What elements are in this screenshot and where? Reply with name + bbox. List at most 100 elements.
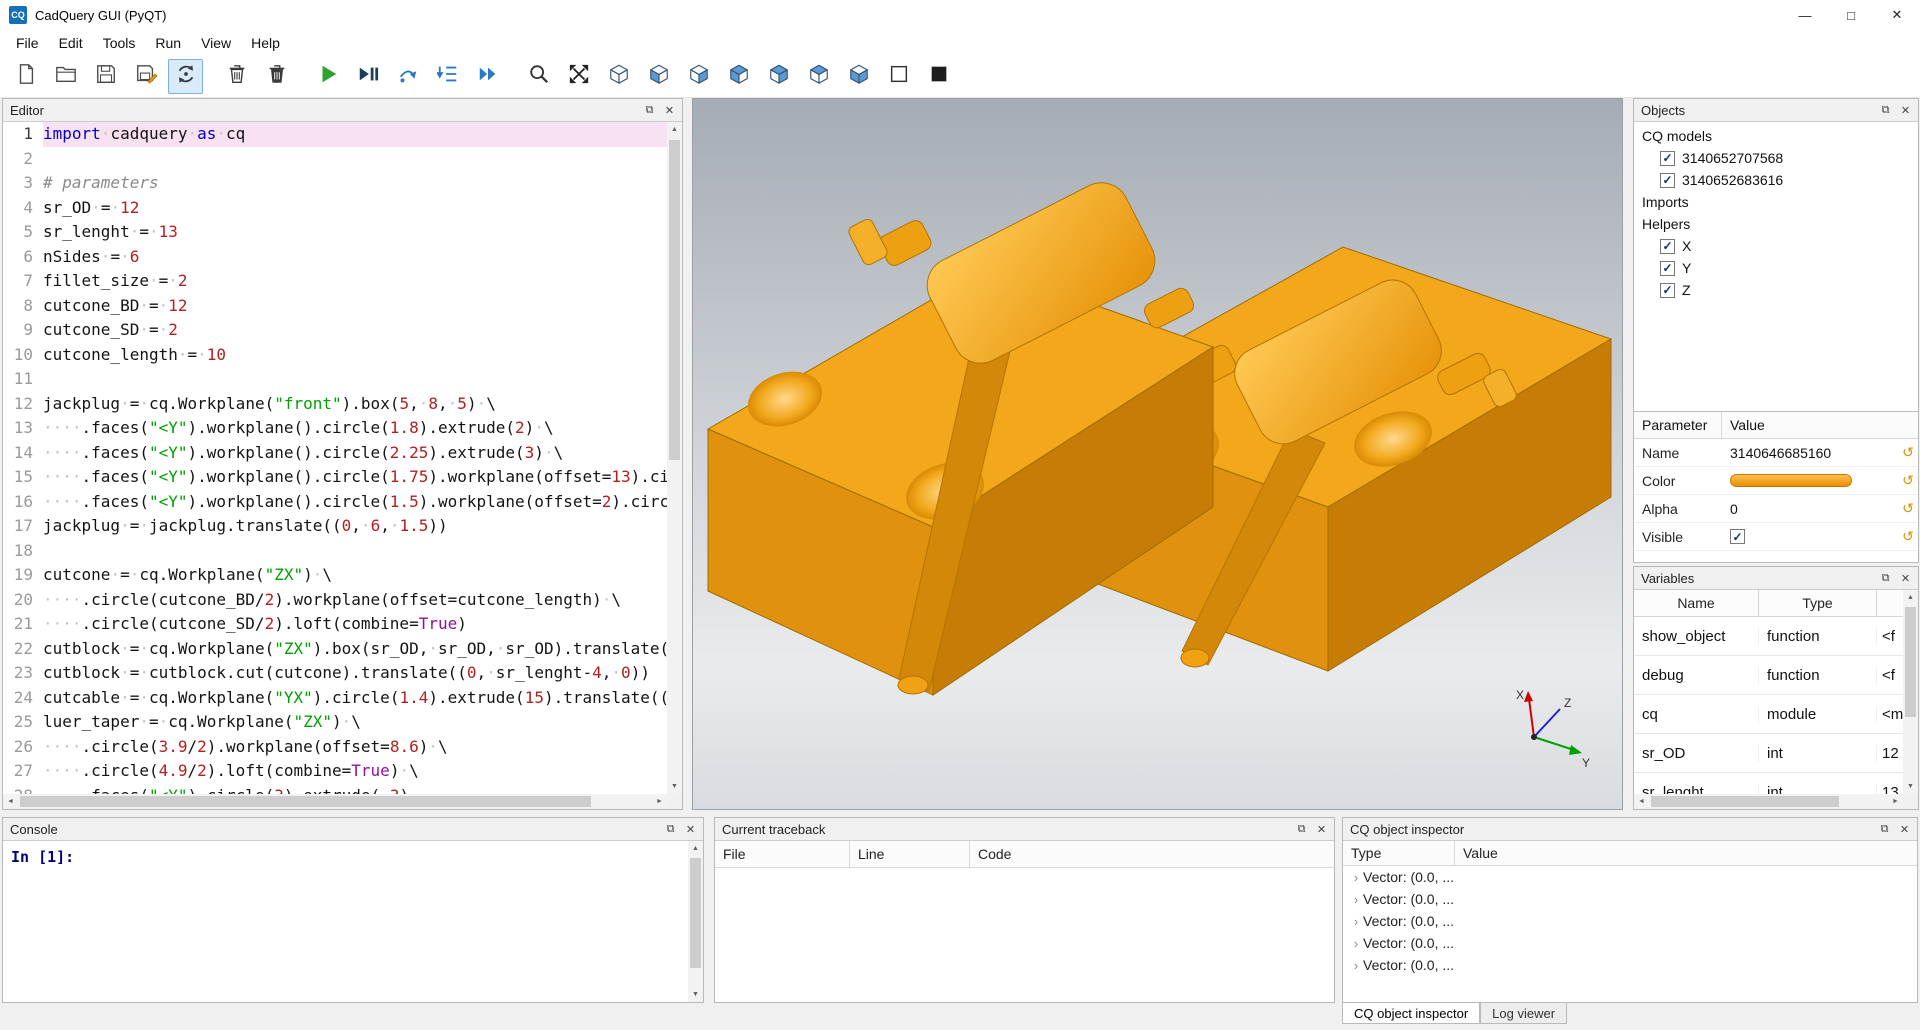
tree-item[interactable]: ✓Z	[1634, 279, 1918, 301]
menu-item-tools[interactable]: Tools	[93, 32, 146, 54]
code-area[interactable]: 1import·cadquery·as·cq23# parameters4sr_…	[3, 122, 667, 794]
checkbox[interactable]: ✓	[1660, 283, 1675, 298]
tree-item[interactable]: Imports	[1634, 191, 1918, 213]
code-line[interactable]: 25luer_taper·=·cq.Workplane("ZX")·\	[3, 710, 667, 735]
code-line[interactable]: 12jackplug·=·cq.Workplane("front").box(5…	[3, 392, 667, 417]
console-vertical-scrollbar[interactable]: ▲ ▼	[688, 841, 703, 1002]
expand-chevron-icon[interactable]: ›	[1349, 914, 1363, 929]
code-line[interactable]: 18	[3, 539, 667, 564]
continue-button[interactable]	[470, 59, 505, 94]
tab-log-viewer[interactable]: Log viewer	[1480, 1003, 1567, 1024]
editor-horizontal-scrollbar[interactable]: ◄ ►	[3, 794, 667, 809]
scrollbar-thumb[interactable]	[690, 858, 701, 968]
shaded-button[interactable]	[921, 59, 956, 94]
code-line[interactable]: 21····.circle(cutcone_SD/2).loft(combine…	[3, 612, 667, 637]
float-panel-icon[interactable]: ⧉	[1877, 102, 1894, 118]
scrollbar-thumb[interactable]	[669, 140, 680, 460]
code-line[interactable]: 8cutcone_BD·=·12	[3, 294, 667, 319]
reset-button[interactable]: ↺	[1898, 472, 1918, 489]
property-value[interactable]: ✓	[1722, 529, 1898, 544]
open-button[interactable]	[48, 59, 83, 94]
menu-item-view[interactable]: View	[191, 32, 241, 54]
close-panel-icon[interactable]: ✕	[1897, 570, 1914, 586]
code-line[interactable]: 26····.circle(3.9/2).workplane(offset=8.…	[3, 735, 667, 760]
variable-row[interactable]: sr_ODint12	[1634, 734, 1903, 773]
code-line[interactable]: 6nSides·=·6	[3, 245, 667, 270]
top-view-button[interactable]	[801, 59, 836, 94]
code-line[interactable]: 14····.faces("<Y").workplane().circle(2.…	[3, 441, 667, 466]
column-header[interactable]: Value	[1722, 417, 1918, 433]
code-line[interactable]: 1import·cadquery·as·cq	[3, 122, 667, 147]
right-view-button[interactable]	[761, 59, 796, 94]
console-input-area[interactable]: In [1]:	[3, 841, 688, 1002]
fit-all-button[interactable]	[561, 59, 596, 94]
front-view-button[interactable]	[641, 59, 676, 94]
expand-chevron-icon[interactable]: ›	[1349, 892, 1363, 907]
render-button[interactable]	[310, 59, 345, 94]
tree-item[interactable]: CQ models	[1634, 125, 1918, 147]
save-as-button[interactable]	[128, 59, 163, 94]
code-line[interactable]: 2	[3, 147, 667, 172]
float-panel-icon[interactable]: ⧉	[662, 821, 679, 837]
code-line[interactable]: 15····.faces("<Y").workplane().circle(1.…	[3, 465, 667, 490]
variables-vertical-scrollbar[interactable]: ▲ ▼	[1903, 590, 1918, 794]
checkbox[interactable]: ✓	[1660, 239, 1675, 254]
column-header[interactable]: Code	[970, 841, 1334, 867]
tree-item[interactable]: Helpers	[1634, 213, 1918, 235]
property-value[interactable]	[1722, 474, 1898, 487]
column-header[interactable]: Type	[1343, 841, 1455, 865]
fit-view-button[interactable]	[521, 59, 556, 94]
minimize-button[interactable]: —	[1782, 0, 1828, 30]
column-header[interactable]: Type	[1759, 590, 1877, 616]
expand-chevron-icon[interactable]: ›	[1349, 870, 1363, 885]
viewport-3d[interactable]: X Z Y	[692, 98, 1623, 810]
variable-row[interactable]: sr_lenghtint13	[1634, 773, 1903, 794]
reset-button[interactable]: ↺	[1898, 444, 1918, 461]
autoreload-toggle[interactable]	[168, 59, 203, 94]
tree-item[interactable]: ✓X	[1634, 235, 1918, 257]
close-panel-icon[interactable]: ✕	[1897, 102, 1914, 118]
code-line[interactable]: 24cutcable·=·cq.Workplane("YX").circle(1…	[3, 686, 667, 711]
expand-chevron-icon[interactable]: ›	[1349, 958, 1363, 973]
column-header[interactable]: Line	[850, 841, 970, 867]
code-line[interactable]: 23cutblock·=·cutblock.cut(cutcone).trans…	[3, 661, 667, 686]
code-line[interactable]: 28····.faces("<Y").circle(3).extrude(-3)	[3, 784, 667, 795]
code-line[interactable]: 16····.faces("<Y").workplane().circle(1.…	[3, 490, 667, 515]
debug-button[interactable]	[350, 59, 385, 94]
menu-item-run[interactable]: Run	[145, 32, 191, 54]
viewport-canvas[interactable]: X Z Y	[693, 99, 1622, 809]
variable-row[interactable]: debugfunction<f	[1634, 656, 1903, 695]
column-header[interactable]	[1877, 590, 1903, 616]
inspector-row[interactable]: ›Vector: (0.0, ...	[1343, 910, 1917, 932]
float-panel-icon[interactable]: ⧉	[641, 102, 658, 118]
checkbox[interactable]: ✓	[1730, 529, 1745, 544]
variable-row[interactable]: show_objectfunction<f	[1634, 617, 1903, 656]
float-panel-icon[interactable]: ⧉	[1876, 821, 1893, 837]
maximize-button[interactable]: □	[1828, 0, 1874, 30]
close-panel-icon[interactable]: ✕	[661, 102, 678, 118]
code-line[interactable]: 4sr_OD·=·12	[3, 196, 667, 221]
checkbox[interactable]: ✓	[1660, 173, 1675, 188]
close-panel-icon[interactable]: ✕	[1313, 821, 1330, 837]
clear-console-button[interactable]	[219, 59, 254, 94]
column-header[interactable]: Parameter	[1634, 412, 1722, 438]
menu-item-edit[interactable]: Edit	[49, 32, 93, 54]
checkbox[interactable]: ✓	[1660, 261, 1675, 276]
column-header[interactable]: File	[715, 841, 850, 867]
checkbox[interactable]: ✓	[1660, 151, 1675, 166]
code-line[interactable]: 17jackplug·=·jackplug.translate((0,·6,·1…	[3, 514, 667, 539]
tree-item[interactable]: ✓Y	[1634, 257, 1918, 279]
menu-item-file[interactable]: File	[6, 32, 49, 54]
code-line[interactable]: 3# parameters	[3, 171, 667, 196]
scrollbar-thumb[interactable]	[20, 796, 591, 807]
tab-cq-object-inspector[interactable]: CQ object inspector	[1342, 1003, 1480, 1024]
variable-row[interactable]: cqmodule<m	[1634, 695, 1903, 734]
color-swatch[interactable]	[1730, 474, 1852, 487]
step-into-button[interactable]	[430, 59, 465, 94]
iso-view-button[interactable]	[601, 59, 636, 94]
scrollbar-thumb[interactable]	[1651, 796, 1839, 807]
variables-horizontal-scrollbar[interactable]: ◄ ►	[1634, 794, 1903, 809]
tree-item[interactable]: ✓3140652683616	[1634, 169, 1918, 191]
reset-button[interactable]: ↺	[1898, 500, 1918, 517]
save-button[interactable]	[88, 59, 123, 94]
